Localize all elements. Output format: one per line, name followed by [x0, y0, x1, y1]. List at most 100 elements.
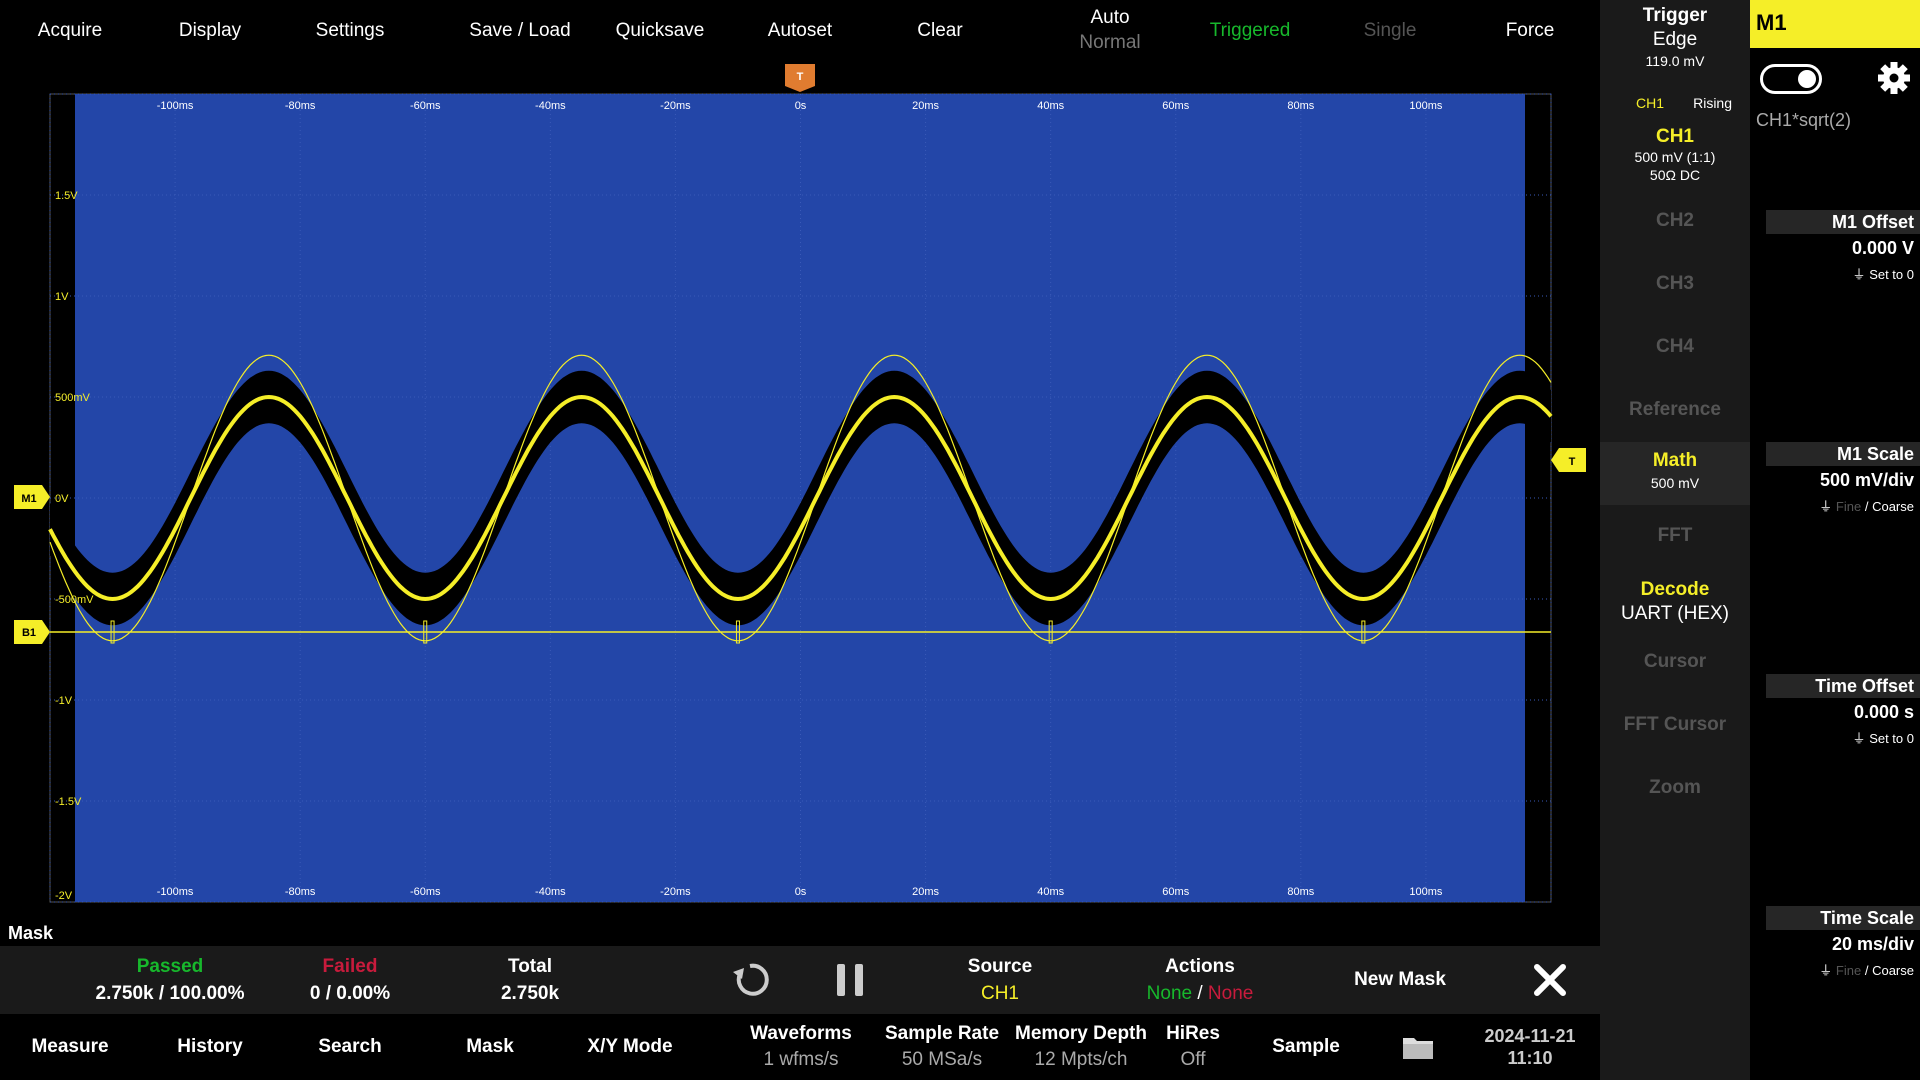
memory-depth-info[interactable]: Memory Depth 12 Mpts/ch — [1012, 1014, 1150, 1080]
save-load-button[interactable]: Save / Load — [450, 0, 590, 62]
ch4-button[interactable]: CH4 — [1600, 336, 1750, 358]
b1-offset-marker[interactable]: B1 — [14, 620, 50, 644]
search-button[interactable]: Search — [280, 1014, 420, 1080]
history-button[interactable]: History — [140, 1014, 280, 1080]
display-label: Display — [178, 20, 242, 41]
fft-label: FFT — [1657, 525, 1693, 546]
close-icon — [1534, 964, 1566, 996]
mask-total-label: Total — [508, 956, 552, 977]
date-time: 2024-11-21 11:10 — [1460, 1014, 1600, 1080]
sample-rate-value: 50 MSa/s — [901, 1049, 983, 1070]
m1-scale-value[interactable]: 500 mV/div — [1820, 470, 1914, 491]
close-mask-button[interactable] — [1510, 946, 1590, 1014]
ground-icon: ⏚ — [1852, 731, 1866, 746]
trigger-position-label: T — [797, 71, 804, 83]
clear-button[interactable]: Clear — [870, 0, 1010, 62]
ch3-button[interactable]: CH3 — [1600, 273, 1750, 295]
time-offset-title: Time Offset — [1766, 674, 1920, 698]
cursor-button[interactable]: Cursor — [1600, 651, 1750, 673]
m1-offset-value[interactable]: 0.000 V — [1852, 238, 1914, 259]
x-tick-label-top: 40ms — [1037, 100, 1064, 112]
ch2-button[interactable]: CH2 — [1600, 210, 1750, 232]
time-scale-value[interactable]: 20 ms/div — [1832, 934, 1914, 955]
acquire-label: Acquire — [37, 20, 103, 41]
single-button[interactable]: Single — [1320, 0, 1460, 62]
zoom-button[interactable]: Zoom — [1600, 777, 1750, 799]
y-tick-label: -1.5V — [55, 796, 82, 808]
folder-icon — [1403, 1038, 1433, 1059]
trigger-title: Trigger — [1642, 5, 1708, 26]
x-tick-label-bottom: -100ms — [157, 886, 194, 898]
math-button[interactable]: Math 500 mV — [1600, 442, 1750, 505]
m1-scale-title: M1 Scale — [1766, 442, 1920, 466]
ch2-label: CH2 — [1655, 210, 1694, 231]
m1-offset-set-zero[interactable]: ⏚ Set to 0 — [1853, 264, 1914, 283]
x-tick-label-bottom: 80ms — [1287, 886, 1314, 898]
mask-passed: Passed 2.750k / 100.00% — [70, 946, 270, 1014]
memory-depth-label: Memory Depth — [1015, 1023, 1147, 1044]
sample-label: Sample — [1272, 1036, 1340, 1057]
trigger-panel[interactable]: Trigger Edge 119.0 mV — [1600, 4, 1750, 70]
triggered-status[interactable]: Triggered — [1180, 0, 1320, 62]
mask-failed: Failed 0 / 0.00% — [280, 946, 420, 1014]
trigger-level-marker[interactable]: T — [1551, 448, 1586, 472]
pause-icon — [837, 964, 863, 996]
ground-icon: ⏚ — [1819, 963, 1833, 978]
settings-label: Settings — [315, 20, 385, 41]
trigger-mode-button[interactable]: Auto Normal — [1040, 0, 1180, 62]
zoom-label: Zoom — [1649, 777, 1701, 798]
fft-cursor-button[interactable]: FFT Cursor — [1600, 714, 1750, 736]
m1-scale-fine-coarse[interactable]: ⏚ Fine / Coarse — [1819, 496, 1914, 515]
x-tick-label-top: 0s — [795, 100, 807, 112]
time-offset-set-zero[interactable]: ⏚ Set to 0 — [1853, 728, 1914, 747]
math-enable-toggle[interactable] — [1760, 64, 1822, 94]
settings-button[interactable]: Settings — [280, 0, 420, 62]
y-tick-label: 1.5V — [55, 190, 78, 202]
mask-label: Mask — [466, 1036, 514, 1057]
fft-button[interactable]: FFT — [1600, 525, 1750, 547]
hires-info[interactable]: HiRes Off — [1150, 1014, 1236, 1080]
quicksave-button[interactable]: Quicksave — [590, 0, 730, 62]
mask-button[interactable]: Mask — [420, 1014, 560, 1080]
trigger-source: CH1 — [1636, 95, 1665, 111]
gear-icon[interactable] — [1876, 60, 1912, 96]
y-tick-label: -500mV — [55, 594, 94, 606]
time-offset-value[interactable]: 0.000 s — [1854, 702, 1914, 723]
waveform-display[interactable]: -100ms -80ms -60ms -40ms -20ms 0s 20ms 40ms 60ms… — [0, 62, 1600, 920]
autoset-button[interactable]: Autoset — [730, 0, 870, 62]
waveforms-info[interactable]: Waveforms 1 wfms/s — [730, 1014, 872, 1080]
sample-button[interactable]: Sample — [1236, 1014, 1376, 1080]
mask-reset-button[interactable] — [726, 946, 774, 1014]
clear-label: Clear — [917, 20, 963, 41]
trigger-source-slope[interactable]: CH1 Rising — [1600, 95, 1750, 115]
mask-actions-button[interactable]: Actions None / None — [1110, 946, 1290, 1014]
time-fine-coarse-sep: / — [1864, 963, 1869, 978]
trigger-position-marker[interactable]: T — [785, 64, 815, 92]
force-button[interactable]: Force — [1460, 0, 1600, 62]
measure-label: Measure — [31, 1036, 109, 1057]
sample-rate-info[interactable]: Sample Rate 50 MSa/s — [872, 1014, 1012, 1080]
new-mask-label: New Mask — [1354, 969, 1446, 990]
file-browser-button[interactable] — [1376, 1014, 1460, 1080]
math-expression[interactable]: CH1*sqrt(2) — [1756, 110, 1851, 131]
autoset-label: Autoset — [767, 20, 833, 41]
mask-source-button[interactable]: Source CH1 — [930, 946, 1070, 1014]
y-tick-label: 500mV — [55, 392, 91, 404]
time-scale-fine-coarse[interactable]: ⏚ Fine / Coarse — [1819, 960, 1914, 979]
acquire-button[interactable]: Acquire — [0, 0, 140, 62]
x-tick-label-bottom: 20ms — [912, 886, 939, 898]
measure-button[interactable]: Measure — [0, 1014, 140, 1080]
reference-button[interactable]: Reference — [1600, 399, 1750, 421]
ground-icon: ⏚ — [1852, 267, 1866, 282]
toggle-knob — [1798, 70, 1816, 88]
new-mask-button[interactable]: New Mask — [1330, 946, 1470, 1014]
mask-failed-label: Failed — [322, 956, 378, 977]
ch1-button[interactable]: CH1 500 mV (1:1) 50Ω DC — [1600, 126, 1750, 184]
mask-actions-label: Actions — [1165, 956, 1235, 977]
search-label: Search — [318, 1036, 382, 1057]
decode-button[interactable]: Decode UART (HEX) — [1600, 578, 1750, 626]
mask-pause-button[interactable] — [826, 946, 874, 1014]
m1-offset-marker[interactable]: M1 — [14, 485, 50, 509]
xy-mode-button[interactable]: X/Y Mode — [560, 1014, 700, 1080]
display-button[interactable]: Display — [140, 0, 280, 62]
